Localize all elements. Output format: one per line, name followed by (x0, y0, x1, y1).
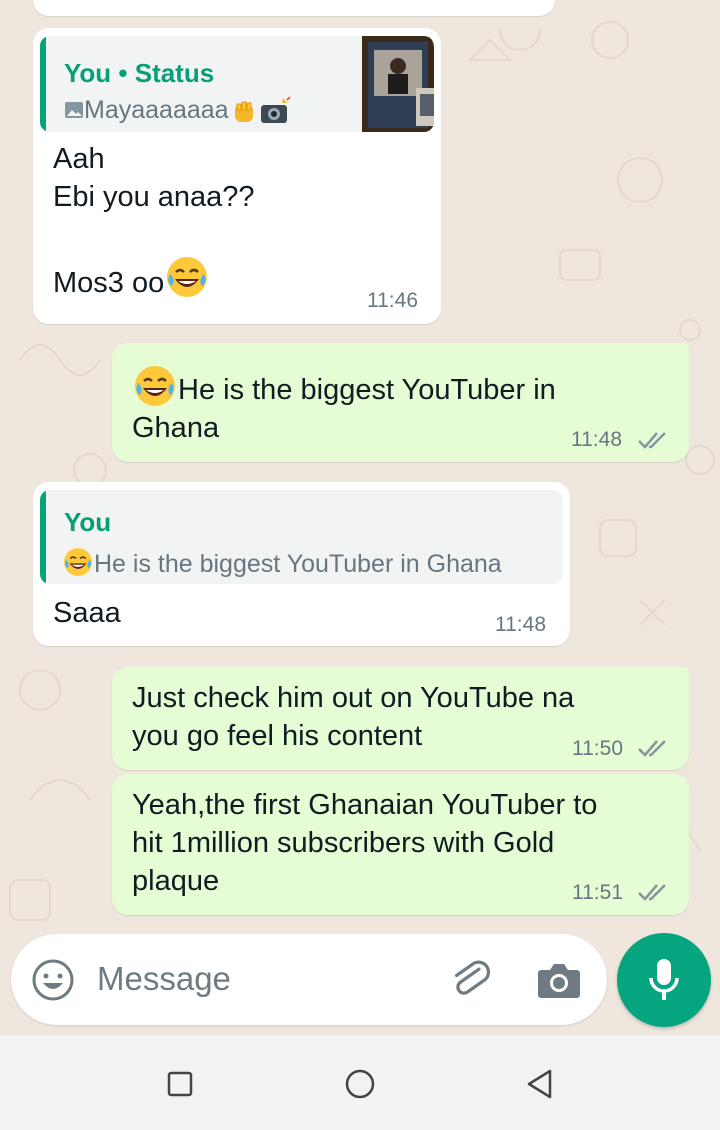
quoted-message[interactable]: You He is the biggest YouTuber in Ghana (40, 490, 563, 584)
message-time: 11:48 (571, 428, 622, 451)
message-bubble-incoming[interactable]: You • Status Mayaaaaaaa Aah Ebi you anaa… (33, 28, 441, 324)
read-receipt-icon (638, 740, 666, 757)
quote-author: You (64, 507, 112, 537)
message-text: Yeah,the first Ghanaian YouTuber to hit … (132, 789, 598, 897)
quote-accent-bar (40, 36, 46, 132)
message-time: 11:48 (495, 613, 546, 636)
tears-of-joy-emoji (64, 548, 92, 576)
quote-author: You • Status (64, 58, 215, 88)
tears-of-joy-emoji (135, 366, 175, 406)
message-composer[interactable]: Message (11, 934, 607, 1025)
quote-text: Mayaaaaaaa (64, 96, 291, 126)
emoji-icon[interactable] (31, 958, 75, 1002)
photo-icon (65, 102, 83, 118)
message-input[interactable]: Message (97, 960, 231, 998)
message-bubble-outgoing[interactable]: Yeah,the first Ghanaian YouTuber to hit … (112, 774, 689, 915)
voice-record-button[interactable] (617, 933, 711, 1027)
recents-button[interactable] (167, 1071, 193, 1097)
quote-status-caption: Mayaaaaaaa (84, 96, 229, 124)
message-time: 11:46 (367, 289, 418, 312)
message-text: Saaa (53, 597, 121, 629)
message-time: 11:51 (572, 881, 623, 904)
camera-icon[interactable] (537, 960, 581, 1000)
raised-fist-emoji (234, 101, 253, 123)
tears-of-joy-emoji (167, 257, 208, 297)
read-receipt-icon (638, 884, 666, 901)
back-button[interactable] (525, 1068, 555, 1100)
read-receipt-icon (638, 432, 666, 449)
message-bubble-outgoing[interactable]: He is the biggest YouTuber in Ghana 11:48 (112, 343, 689, 462)
quote-text: He is the biggest YouTuber in Ghana (62, 546, 502, 579)
message-time: 11:50 (572, 737, 623, 760)
status-thumbnail-image (362, 36, 434, 132)
home-button[interactable] (344, 1068, 376, 1100)
message-bubble-incoming[interactable]: You He is the biggest YouTuber in Ghana … (33, 482, 570, 646)
previous-message-bubble[interactable] (33, 0, 555, 16)
system-navigation-bar (0, 1035, 720, 1130)
message-text: Aah Ebi you anaa?? Mos3 oo (53, 143, 255, 299)
camera-flash-emoji (260, 96, 291, 124)
message-text: He is the biggest YouTuber in Ghana (132, 363, 556, 447)
message-text: Just check him out on YouTube na you go … (132, 682, 575, 752)
quoted-status[interactable]: You • Status Mayaaaaaaa (40, 36, 434, 132)
attach-icon[interactable] (447, 956, 495, 1004)
quote-accent-bar (40, 490, 46, 584)
message-bubble-outgoing[interactable]: Just check him out on YouTube na you go … (112, 667, 689, 770)
mic-icon (649, 959, 679, 1000)
